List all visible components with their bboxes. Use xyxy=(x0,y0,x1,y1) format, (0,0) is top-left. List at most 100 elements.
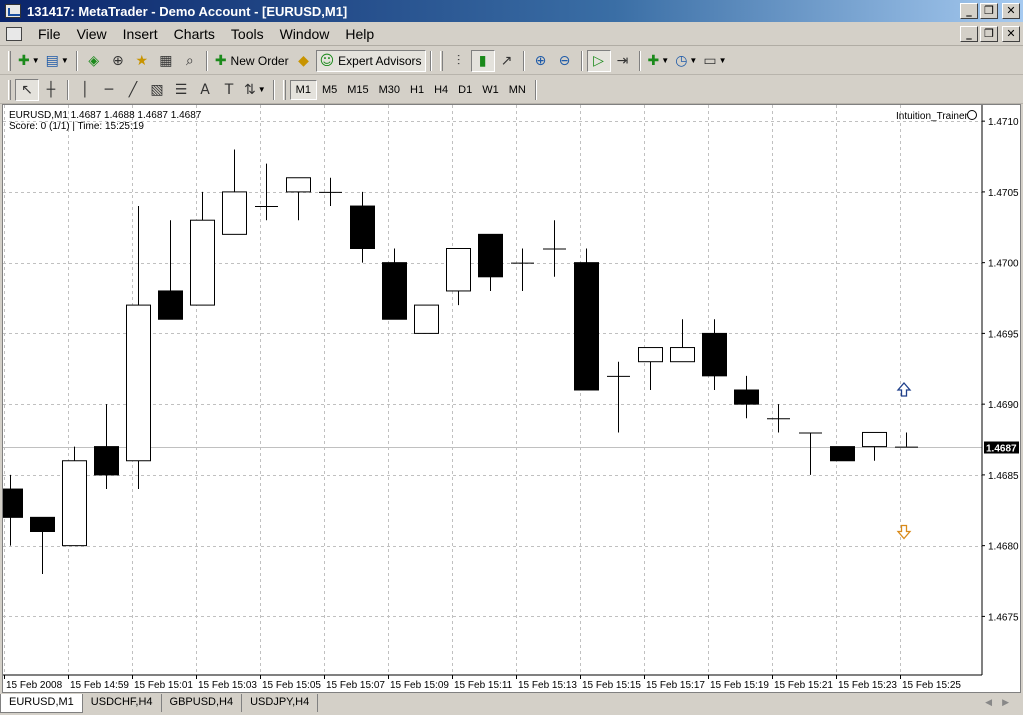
arrows-button[interactable]: ⇅ ▼ xyxy=(241,79,269,101)
zoom-in-button[interactable]: ⊕ xyxy=(529,50,553,72)
timeframe-mn[interactable]: MN xyxy=(504,80,531,100)
restore-button[interactable]: ❐ xyxy=(980,3,998,19)
title-bar: 131417: MetaTrader - Demo Account - [EUR… xyxy=(0,0,1023,22)
bar-chart-button[interactable]: ⫶ xyxy=(447,50,471,72)
menu-file[interactable]: File xyxy=(30,26,69,42)
dropdown-arrow-icon: ▼ xyxy=(60,56,69,65)
candle-body-bear xyxy=(350,205,375,250)
timeframe-m5[interactable]: M5 xyxy=(317,80,342,100)
text-label-button[interactable]: T xyxy=(217,79,241,101)
vertical-line-button[interactable]: │ xyxy=(73,79,97,101)
timeframe-d1[interactable]: D1 xyxy=(453,80,477,100)
new-order-button[interactable]: ✚ New Order xyxy=(212,50,292,72)
candle xyxy=(607,361,630,433)
time-tick-label: 15 Feb 15:13 xyxy=(518,680,577,691)
current-price-label: 1.4687 xyxy=(986,444,1017,455)
candle xyxy=(446,248,471,306)
timeframe-h4[interactable]: H4 xyxy=(429,80,453,100)
market-watch-button[interactable]: ◈ xyxy=(82,50,106,72)
menu-window[interactable]: Window xyxy=(272,26,338,42)
profiles-icon: ▤ xyxy=(45,52,59,69)
tab-usdjpy-h4[interactable]: USDJPY,H4 xyxy=(242,694,319,712)
menu-view[interactable]: View xyxy=(69,26,115,42)
menu-charts[interactable]: Charts xyxy=(166,26,223,42)
navigator-button[interactable]: ★ xyxy=(130,50,154,72)
tab-usdchf-h4[interactable]: USDCHF,H4 xyxy=(83,694,162,712)
price-tick-label: 1.4695 xyxy=(988,329,1019,340)
strategy-tester-button[interactable]: ⌕ xyxy=(178,50,202,72)
candlesticks-icon: ▮ xyxy=(478,52,487,69)
dropdown-arrow-icon: ▼ xyxy=(689,56,698,65)
timeframe-w1[interactable]: W1 xyxy=(477,80,504,100)
candles xyxy=(3,149,918,574)
time-tick-label: 15 Feb 15:01 xyxy=(134,680,193,691)
candle xyxy=(895,432,918,448)
candle xyxy=(158,220,183,320)
tab-eurusd-m1[interactable]: EURUSD,M1 xyxy=(0,694,83,713)
trendline-button[interactable]: ╱ xyxy=(121,79,145,101)
timeframe-m30[interactable]: M30 xyxy=(374,80,405,100)
indicators-button[interactable]: ✚ ▼ xyxy=(645,50,673,72)
zoom-out-button[interactable]: ⊖ xyxy=(553,50,577,72)
chart-close-button[interactable]: ✕ xyxy=(1002,26,1020,42)
menu-insert[interactable]: Insert xyxy=(115,26,166,42)
close-button[interactable]: ✕ xyxy=(1002,3,1020,19)
fibonacci-button[interactable]: ☰ xyxy=(169,79,193,101)
equidistant-channel-button[interactable]: ▧ xyxy=(145,79,169,101)
line-chart-button[interactable]: ↗ xyxy=(495,50,519,72)
indicator-settings-icon[interactable] xyxy=(967,110,977,120)
terminal-button[interactable]: ▦ xyxy=(154,50,178,72)
metatrader-app-icon[interactable] xyxy=(5,4,21,18)
tab-scroll-arrows-icon[interactable]: ◀▶ xyxy=(985,697,1019,708)
cursor-arrow-icon: ↖ xyxy=(21,81,33,98)
chart-document-icon[interactable] xyxy=(6,27,22,41)
candle xyxy=(255,163,278,221)
horizontal-line-button[interactable]: ─ xyxy=(97,79,121,101)
periods-button[interactable]: ◷ ▼ xyxy=(672,50,700,72)
minimize-button[interactable]: _ xyxy=(960,3,978,19)
templates-button[interactable]: ▭ ▼ xyxy=(700,50,729,72)
chart-shift-button[interactable]: ⇥ xyxy=(611,50,635,72)
timeframe-h1[interactable]: H1 xyxy=(405,80,429,100)
new-chart-button[interactable]: ✚ ▼ xyxy=(15,50,43,72)
indicator-name: Intuition_Trainer xyxy=(896,111,969,122)
bar-chart-icon: ⫶ xyxy=(456,52,461,69)
candle xyxy=(862,431,887,461)
timeframe-m1[interactable]: M1 xyxy=(289,79,317,100)
signal-arrows xyxy=(896,382,912,540)
candle-body-bull xyxy=(222,191,247,235)
candle-body-bull xyxy=(862,431,887,448)
profiles-button[interactable]: ▤ ▼ xyxy=(43,50,72,72)
candle xyxy=(799,432,822,475)
candle-body-bear xyxy=(94,446,119,476)
metaeditor-button[interactable]: ◆ xyxy=(292,50,316,72)
time-tick-label: 15 Feb 2008 xyxy=(6,680,63,691)
data-window-button[interactable]: ⊕ xyxy=(106,50,130,72)
timeframe-m15[interactable]: M15 xyxy=(342,80,373,100)
time-axis: 15 Feb 2008 15 Feb 14:59 15 Feb 15:01 15 Fe… xyxy=(4,675,961,691)
crosshair-target-icon: ⊕ xyxy=(111,52,124,69)
crosshair-button[interactable]: ┼ xyxy=(39,79,63,101)
text-button[interactable]: A xyxy=(193,79,217,101)
chart-restore-button[interactable]: ❐ xyxy=(980,26,998,42)
expert-advisors-button[interactable]: ☺ Expert Advisors xyxy=(315,49,426,72)
tab-gbpusd-h4[interactable]: GBPUSD,H4 xyxy=(162,694,243,712)
dropdown-arrow-icon: ▼ xyxy=(718,56,727,65)
cursor-button[interactable]: ↖ xyxy=(15,78,39,101)
line-chart-icon: ↗ xyxy=(500,52,513,69)
auto-scroll-button[interactable]: ▷ xyxy=(586,49,611,72)
candle-body-bull xyxy=(414,304,439,334)
candlestick-chart[interactable]: 1.4710 1.4705 1.4700 1.4695 1.4690 1.4685 1.46… xyxy=(3,105,1020,692)
menu-help[interactable]: Help xyxy=(337,26,382,42)
time-tick-label: 15 Feb 15:05 xyxy=(262,680,321,691)
chart-window[interactable]: 1.4710 1.4705 1.4700 1.4695 1.4690 1.4685 1.46… xyxy=(2,104,1021,693)
candle xyxy=(62,446,87,547)
chart-minimize-button[interactable]: _ xyxy=(960,26,978,42)
candle-body-bull xyxy=(670,347,695,363)
candle-body-bear xyxy=(158,290,183,320)
crosshair-icon: ┼ xyxy=(46,81,56,98)
menu-tools[interactable]: Tools xyxy=(223,26,272,42)
templates-icon: ▭ xyxy=(703,52,717,69)
candle xyxy=(350,191,375,263)
candlesticks-button[interactable]: ▮ xyxy=(470,49,495,72)
